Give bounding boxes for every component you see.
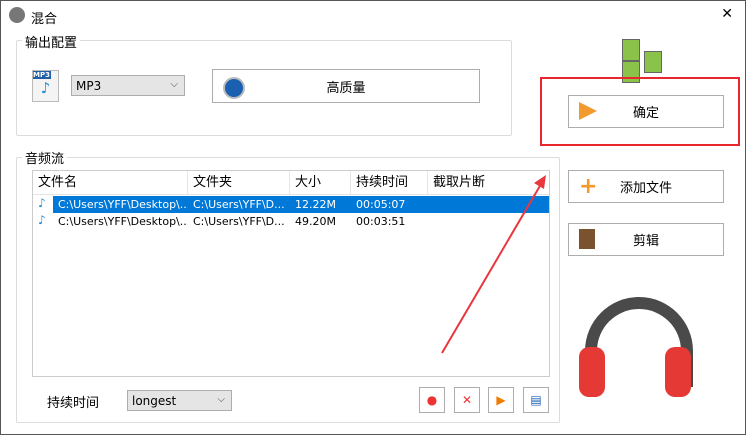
play-button[interactable]: ▶	[488, 387, 514, 413]
edit-button[interactable]: 剪辑	[568, 223, 724, 256]
window-title: 混合	[31, 12, 58, 27]
duration-label: 持续时间	[47, 396, 100, 411]
row-size: 12.22M	[295, 198, 336, 211]
row-folder: C:\Users\YFF\D...	[193, 215, 285, 228]
app-icon	[9, 7, 25, 23]
output-group-label: 输出配置	[22, 32, 81, 51]
confirm-label: 确定	[632, 106, 659, 121]
audio-file-icon: ♪	[38, 213, 46, 227]
mp3-file-icon: MP3 ♪	[32, 70, 59, 102]
close-button[interactable]: ✕	[721, 6, 733, 22]
row-duration: 00:05:07	[356, 198, 406, 211]
row-folder: C:\Users\YFF\D...	[193, 198, 285, 211]
headphones-image	[571, 297, 711, 407]
remove-file-button[interactable]: ●	[419, 387, 445, 413]
chevron-down-icon: ⌵	[170, 79, 178, 90]
film-scissors-icon	[579, 229, 595, 249]
confirm-button[interactable]: 确定	[568, 95, 724, 128]
clear-files-button[interactable]: ✕	[454, 387, 480, 413]
quality-button[interactable]: 高质量	[212, 69, 480, 103]
properties-icon: ▤	[530, 393, 542, 407]
format-select[interactable]: MP3 ⌵	[71, 75, 185, 96]
add-file-label: 添加文件	[619, 181, 672, 196]
row-filename: C:\Users\YFF\Desktop\...	[58, 198, 188, 211]
stream-group-label: 音频流	[22, 148, 68, 167]
arrow-right-icon	[579, 102, 597, 120]
delete-icon: ✕	[461, 393, 473, 407]
col-size[interactable]: 大小	[290, 171, 351, 194]
row-size: 49.20M	[295, 215, 336, 228]
play-icon: ▶	[496, 393, 506, 407]
col-duration[interactable]: 持续时间	[351, 171, 428, 194]
format-value: MP3	[76, 78, 102, 93]
col-filename[interactable]: 文件名	[33, 171, 188, 194]
audio-file-icon: ♪	[38, 196, 46, 210]
chevron-down-icon: ⌵	[217, 394, 225, 405]
quality-label: 高质量	[326, 80, 366, 96]
annotation-arrow	[441, 175, 546, 354]
plus-icon: +	[579, 174, 598, 199]
row-duration: 00:03:51	[356, 215, 406, 228]
duration-value: longest	[132, 393, 177, 408]
properties-button[interactable]: ▤	[523, 387, 549, 413]
add-file-button[interactable]: + 添加文件	[568, 170, 724, 203]
duration-select[interactable]: longest ⌵	[127, 390, 232, 411]
col-folder[interactable]: 文件夹	[188, 171, 290, 194]
mix-dialog: 混合 ✕ 输出配置 MP3 ♪ MP3 ⌵ 高质量 确定 音频流 文件名 文件夹 大…	[0, 0, 746, 435]
row-filename: C:\Users\YFF\Desktop\...	[58, 215, 188, 228]
remove-file-icon: ●	[426, 393, 438, 407]
edit-label: 剪辑	[632, 234, 659, 249]
gear-icon	[223, 77, 245, 99]
